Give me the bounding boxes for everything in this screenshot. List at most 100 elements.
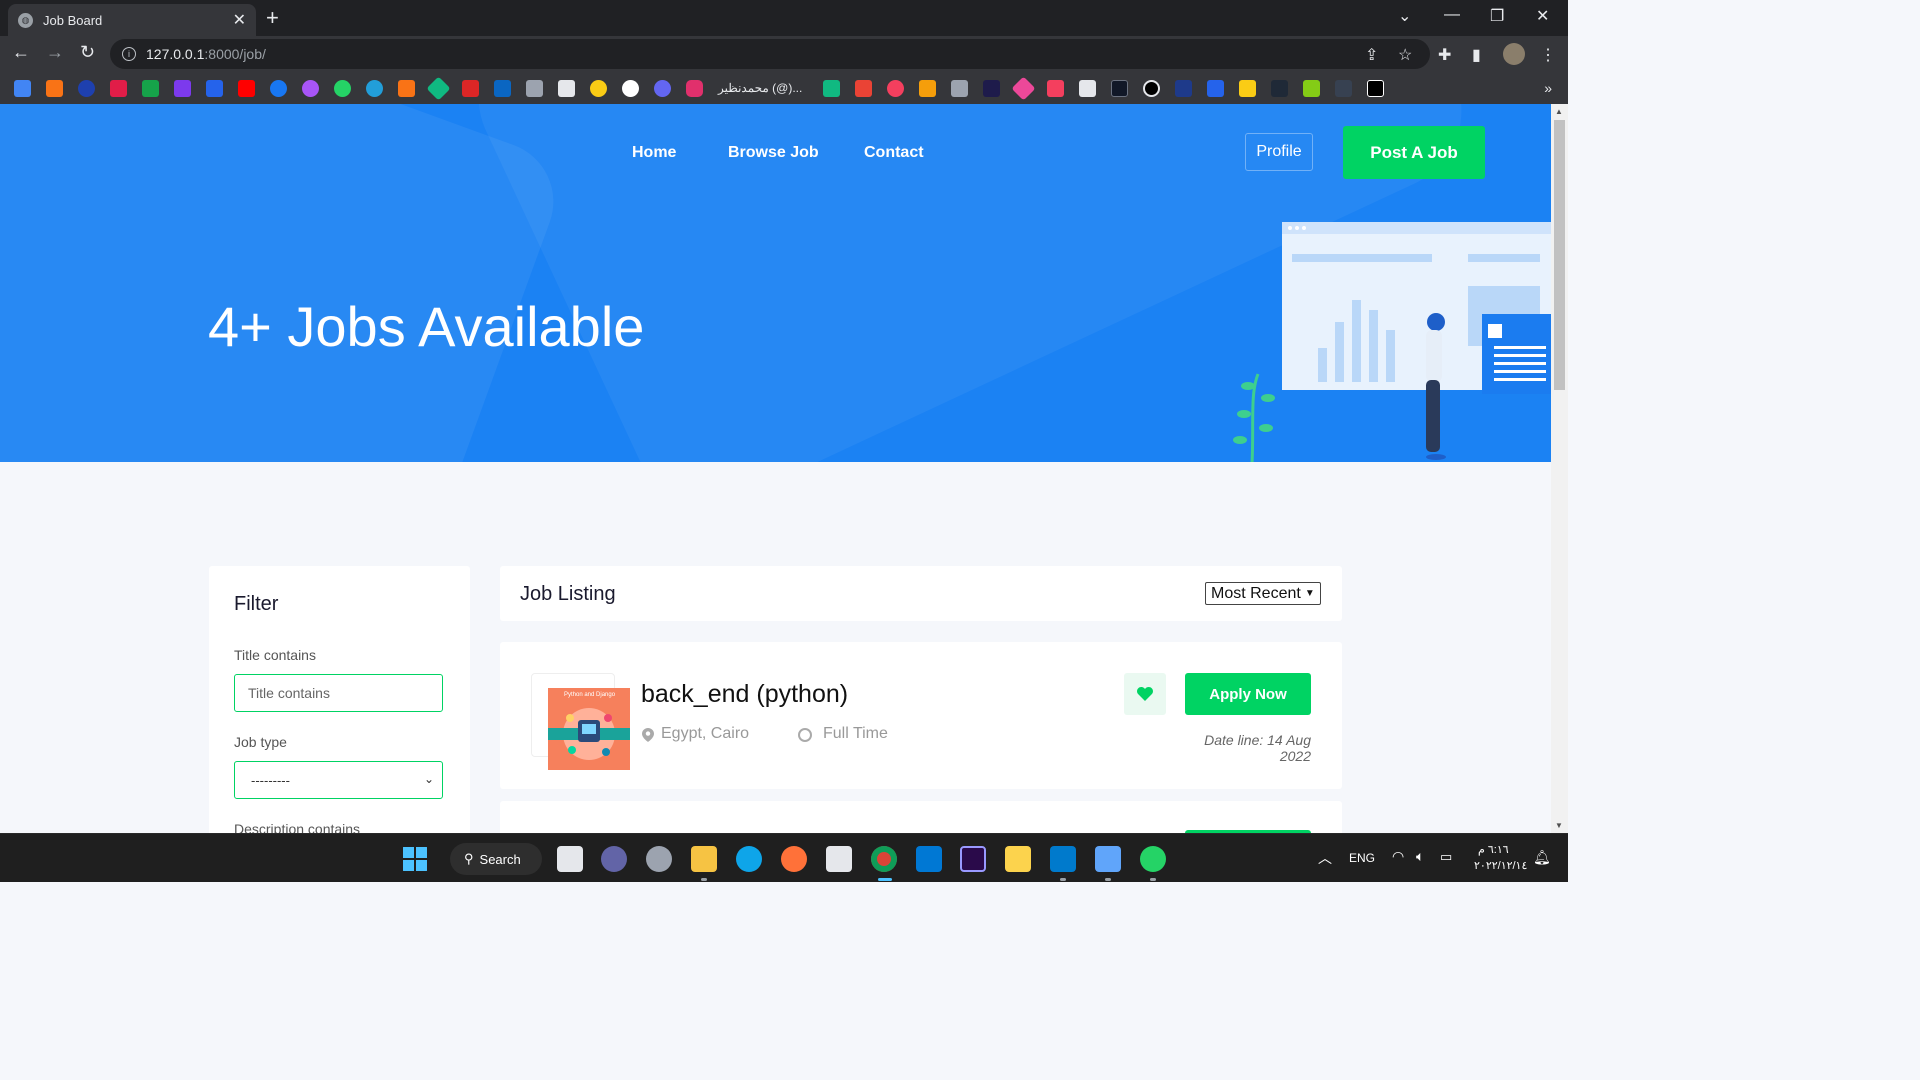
share-icon[interactable]: ⇪	[1365, 45, 1378, 65]
sort-select[interactable]: Most Recent ▼	[1205, 582, 1321, 605]
bookmark-gmail-icon[interactable]	[855, 79, 873, 97]
volume-icon[interactable]: 🔈︎	[1416, 848, 1424, 865]
taskbar-search[interactable]: ⚲ Search	[450, 843, 542, 875]
bookmark-github-icon[interactable]	[622, 79, 639, 97]
scroll-down-icon[interactable]: ▼	[1555, 821, 1563, 830]
whatsapp-icon[interactable]	[1140, 846, 1166, 872]
site-info-icon[interactable]: i	[122, 47, 136, 61]
clock-time[interactable]: ٦:١٦ م	[1478, 843, 1509, 856]
store-icon[interactable]	[826, 846, 852, 872]
bookmark-stack-icon[interactable]	[558, 79, 575, 97]
bookmark-un-icon[interactable]	[1367, 79, 1385, 97]
bookmark-whatsapp-icon[interactable]	[334, 79, 351, 97]
bookmark-ring-icon[interactable]	[1143, 79, 1161, 97]
notifications-icon[interactable]: 🔔︎	[1533, 849, 1551, 866]
bookmark-mail-icon[interactable]	[1175, 79, 1193, 97]
favorite-button[interactable]	[1124, 673, 1166, 715]
bookmark-circle-icon[interactable]	[654, 79, 671, 97]
bookmark-pen-icon[interactable]	[1079, 79, 1097, 97]
bookmark-r-icon[interactable]	[983, 79, 1001, 97]
task-view-icon[interactable]	[557, 846, 583, 872]
vscode-icon[interactable]	[1050, 846, 1076, 872]
page-scrollbar[interactable]: ▲ ▼	[1551, 104, 1568, 833]
job-type-select[interactable]: --------- ⌄	[234, 761, 443, 799]
bookmark-diamond-icon[interactable]	[426, 75, 451, 101]
bookmark-messenger-icon[interactable]	[302, 79, 319, 97]
bookmark-youtube-icon[interactable]	[238, 79, 255, 97]
more-bookmarks-icon[interactable]: »	[1544, 80, 1552, 96]
firefox-icon[interactable]	[781, 846, 807, 872]
language-indicator[interactable]: ENG	[1349, 851, 1375, 865]
edge-icon[interactable]	[736, 846, 762, 872]
bookmark-vuetify-icon[interactable]	[206, 79, 223, 97]
bookmark-dots-icon[interactable]	[919, 79, 937, 97]
bookmark-loop-icon[interactable]	[1111, 79, 1129, 97]
bookmark-framer-icon[interactable]	[1271, 79, 1289, 97]
bookmark-vue-icon[interactable]	[823, 79, 841, 97]
bookmark-w-icon[interactable]	[142, 79, 159, 97]
tab-search-icon[interactable]: ⌄	[1398, 6, 1411, 26]
settings-icon[interactable]	[646, 846, 672, 872]
title-contains-input[interactable]: Title contains	[234, 674, 443, 712]
clock-date[interactable]: ٢٠٢٢/١٢/١٤	[1474, 859, 1527, 872]
chevron-up-icon[interactable]: ︿	[1318, 848, 1332, 868]
menu-icon[interactable]: ⋮	[1540, 45, 1556, 65]
bookmark-p-icon[interactable]	[1303, 79, 1321, 97]
bookmark-star-icon[interactable]: ☆	[1398, 45, 1412, 65]
close-window-icon[interactable]: ✕	[1536, 6, 1549, 26]
battery-icon[interactable]: ▭	[1440, 849, 1452, 865]
bookmark-facebook-icon[interactable]	[270, 79, 287, 97]
bookmark-translate-icon[interactable]	[14, 79, 31, 97]
bookmark-red-icon[interactable]	[1047, 79, 1065, 97]
reload-icon[interactable]: ↻	[80, 42, 95, 63]
apply-now-button[interactable]: Apply Now	[1185, 673, 1311, 715]
bookmark-html-icon[interactable]	[46, 79, 63, 97]
bookmark-bootstrap-icon[interactable]	[174, 79, 191, 97]
bookmark-code-icon[interactable]	[398, 79, 415, 97]
close-tab-icon[interactable]: ✕	[233, 10, 246, 30]
scrollbar-thumb[interactable]	[1554, 120, 1565, 390]
job-company-logo[interactable]: Python and Django	[548, 688, 630, 770]
minimize-icon[interactable]: —	[1444, 6, 1460, 24]
bookmark-globe-icon[interactable]	[78, 79, 95, 97]
bookmark-bug-icon[interactable]	[1239, 79, 1257, 97]
premiere-icon[interactable]	[960, 846, 986, 872]
address-bar[interactable]: i 127.0.0.1 :8000/job/	[110, 39, 1430, 69]
wifi-icon[interactable]: ◠	[1392, 848, 1404, 865]
bookmark-terminal-icon[interactable]	[462, 79, 479, 97]
bookmark-dark-icon[interactable]	[1335, 79, 1353, 97]
file-explorer-icon[interactable]	[691, 846, 717, 872]
extensions-icon[interactable]: ✚	[1438, 45, 1451, 65]
bookmark-instagram-icon[interactable]	[686, 79, 703, 97]
bookmark-menu-icon[interactable]	[110, 79, 127, 97]
post-job-button[interactable]: Post A Job	[1343, 126, 1485, 179]
nav-contact[interactable]: Contact	[864, 144, 924, 162]
new-tab-icon[interactable]: +	[266, 5, 279, 31]
job-title[interactable]: back_end (python)	[641, 680, 848, 709]
chrome-icon[interactable]	[871, 846, 897, 872]
profile-avatar[interactable]	[1503, 43, 1525, 65]
browser-tab[interactable]: ◍ Job Board ✕	[8, 4, 256, 36]
bookmark-emoji-icon[interactable]	[590, 79, 607, 97]
bookmark-pink-icon[interactable]	[1011, 75, 1036, 101]
start-icon[interactable]	[402, 846, 428, 872]
scroll-up-icon[interactable]: ▲	[1555, 107, 1563, 116]
bookmark-instagram-label[interactable]: محمدنظير (@)...	[718, 81, 802, 95]
back-icon[interactable]: ←	[12, 42, 30, 63]
profile-button[interactable]: Profile	[1245, 133, 1313, 171]
bookmark-image-icon[interactable]	[526, 79, 543, 97]
nav-home[interactable]: Home	[632, 144, 676, 162]
forward-icon[interactable]: →	[46, 42, 64, 63]
restore-icon[interactable]: ❐	[1490, 6, 1504, 26]
nav-browse-job[interactable]: Browse Job	[728, 144, 819, 162]
notepad-icon[interactable]	[1095, 846, 1121, 872]
sticky-notes-icon[interactable]	[1005, 846, 1031, 872]
mail-icon[interactable]	[916, 846, 942, 872]
bookmark-x-icon[interactable]	[951, 79, 969, 97]
bookmark-bdotcom-icon[interactable]	[1207, 79, 1225, 97]
teams-icon[interactable]	[601, 846, 627, 872]
side-panel-icon[interactable]: ▮	[1472, 45, 1481, 65]
bookmark-linkedin-icon[interactable]	[494, 79, 511, 97]
bookmark-telegram-icon[interactable]	[366, 79, 383, 97]
bookmark-b-icon[interactable]	[887, 79, 905, 97]
